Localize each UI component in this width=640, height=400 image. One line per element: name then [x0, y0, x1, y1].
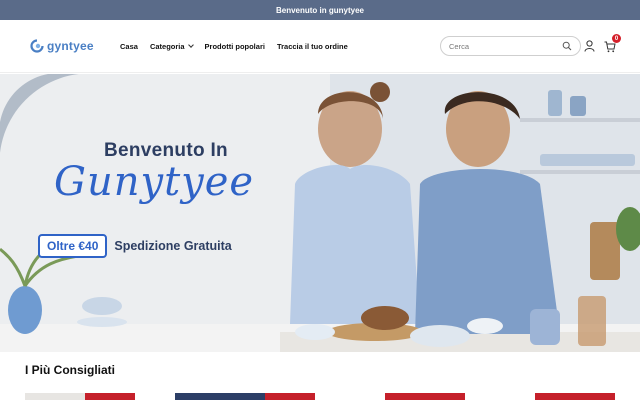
hero-script-title: Gunytyee: [54, 159, 255, 205]
nav-label: Traccia il tuo ordine: [276, 41, 348, 51]
product-card[interactable]: [25, 393, 135, 400]
nav-label: Casa: [120, 41, 138, 51]
user-icon[interactable]: [584, 40, 595, 52]
promo-text: Spedizione Gratuita: [114, 239, 232, 253]
product-card[interactable]: [175, 393, 315, 400]
hero-promo: Oltre €40 Spedizione Gratuita: [38, 234, 232, 258]
nav-casa[interactable]: Casa: [120, 42, 138, 51]
main-nav: Casa Categoria Prodotti popolari Traccia…: [120, 42, 348, 51]
cart-button[interactable]: 0: [604, 34, 621, 53]
nav-prodotti-popolari[interactable]: Prodotti popolari: [205, 42, 265, 51]
chevron-down-icon: [187, 42, 194, 48]
nav-label: Categoria: [149, 41, 185, 51]
search-input[interactable]: [449, 41, 562, 51]
announcement-bar: Benvenuto in gunytyee: [0, 0, 640, 20]
product-tag: [265, 393, 315, 400]
hero-banner[interactable]: Benvenuto In Gunytyee Oltre €40 Spedizio…: [0, 74, 640, 352]
search-box[interactable]: [440, 36, 581, 56]
product-tag: [85, 393, 135, 400]
site-header: gyntyee Casa Categoria Prodotti popolari…: [0, 20, 640, 73]
announcement-text: Benvenuto in gunytyee: [275, 5, 364, 15]
nav-categoria[interactable]: Categoria: [149, 41, 194, 51]
search-icon[interactable]: [562, 41, 572, 51]
logo-icon: [30, 39, 44, 53]
nav-label: Prodotti popolari: [204, 41, 265, 51]
product-card[interactable]: [385, 393, 465, 400]
hero-image: [0, 74, 640, 352]
section-title: I Più Consigliati: [25, 363, 116, 377]
brand-name: gyntyee: [47, 39, 94, 53]
brand-logo[interactable]: gyntyee: [30, 39, 120, 53]
cart-count-badge: 0: [612, 34, 621, 43]
product-card[interactable]: [535, 393, 615, 400]
nav-traccia-ordine[interactable]: Traccia il tuo ordine: [277, 42, 348, 51]
promo-highlight: Oltre €40: [38, 234, 108, 258]
